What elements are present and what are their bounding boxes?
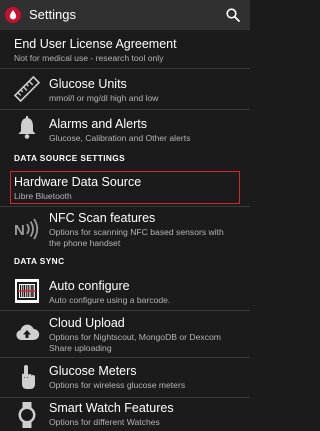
auto-configure-summary: Auto configure using a barcode. (49, 295, 171, 305)
nfc-scan-title: NFC Scan features (49, 211, 156, 225)
auto-configure-preference[interactable]: Auto configure Auto configure using a ba… (0, 272, 250, 310)
ruler-icon (14, 76, 40, 102)
nfc-scan-preference[interactable]: N NFC Scan features Options for scanning… (0, 207, 250, 253)
smart-watch-summary: Options for different Watches (49, 417, 160, 427)
eula-summary: Not for medical use - research tool only (14, 53, 164, 63)
cloud-upload-summary-line1: Options for Nightscout, MongoDB or Dexco… (49, 332, 221, 342)
glucose-units-preference[interactable]: Glucose Units mmol/l or mg/dl high and l… (0, 69, 250, 109)
nfc-scan-summary-line1: Options for scanning NFC based sensors w… (49, 227, 224, 237)
barcode-icon (15, 279, 39, 303)
search-icon[interactable] (225, 7, 241, 23)
tap-hand-icon (22, 365, 35, 389)
alarms-title: Alarms and Alerts (49, 117, 147, 131)
category-data-sync: DATA SYNC (14, 256, 65, 266)
eula-preference[interactable]: End User License Agreement Not for medic… (0, 30, 250, 68)
page-title: Settings (29, 7, 76, 22)
cloud-upload-icon (16, 324, 40, 341)
cloud-upload-title: Cloud Upload (49, 316, 125, 330)
nfc-scan-summary-line2: the phone handset (49, 238, 121, 248)
smartwatch-icon (18, 402, 36, 428)
alarms-summary: Glucose, Calibration and Other alerts (49, 133, 191, 143)
glucose-meters-title: Glucose Meters (49, 364, 137, 378)
blood-drop-icon (5, 7, 21, 23)
app-bar: Settings (0, 0, 250, 30)
glucose-meters-preference[interactable]: Glucose Meters Options for wireless gluc… (0, 358, 250, 397)
hardware-data-source-title: Hardware Data Source (14, 175, 142, 189)
bell-icon (18, 116, 36, 139)
glucose-units-title: Glucose Units (49, 77, 127, 91)
alarms-preference[interactable]: Alarms and Alerts Glucose, Calibration a… (0, 110, 250, 150)
cloud-upload-preference[interactable]: Cloud Upload Options for Nightscout, Mon… (0, 311, 250, 357)
eula-title: End User License Agreement (14, 37, 177, 51)
cloud-upload-summary-line2: Share uploading (49, 343, 112, 353)
svg-text:N: N (14, 222, 25, 239)
hardware-data-source-preference[interactable]: Hardware Data Source Libre Bluetooth (0, 172, 250, 204)
nfc-icon: N (14, 218, 39, 240)
hardware-data-source-summary: Libre Bluetooth (14, 191, 72, 201)
auto-configure-title: Auto configure (49, 279, 130, 293)
smart-watch-preference[interactable]: Smart Watch Features Options for differe… (0, 398, 250, 431)
glucose-units-summary: mmol/l or mg/dl high and low (49, 93, 159, 103)
category-data-source-settings: DATA SOURCE SETTINGS (14, 153, 126, 163)
glucose-meters-summary: Options for wireless glucose meters (49, 380, 186, 390)
smart-watch-title: Smart Watch Features (49, 401, 174, 415)
